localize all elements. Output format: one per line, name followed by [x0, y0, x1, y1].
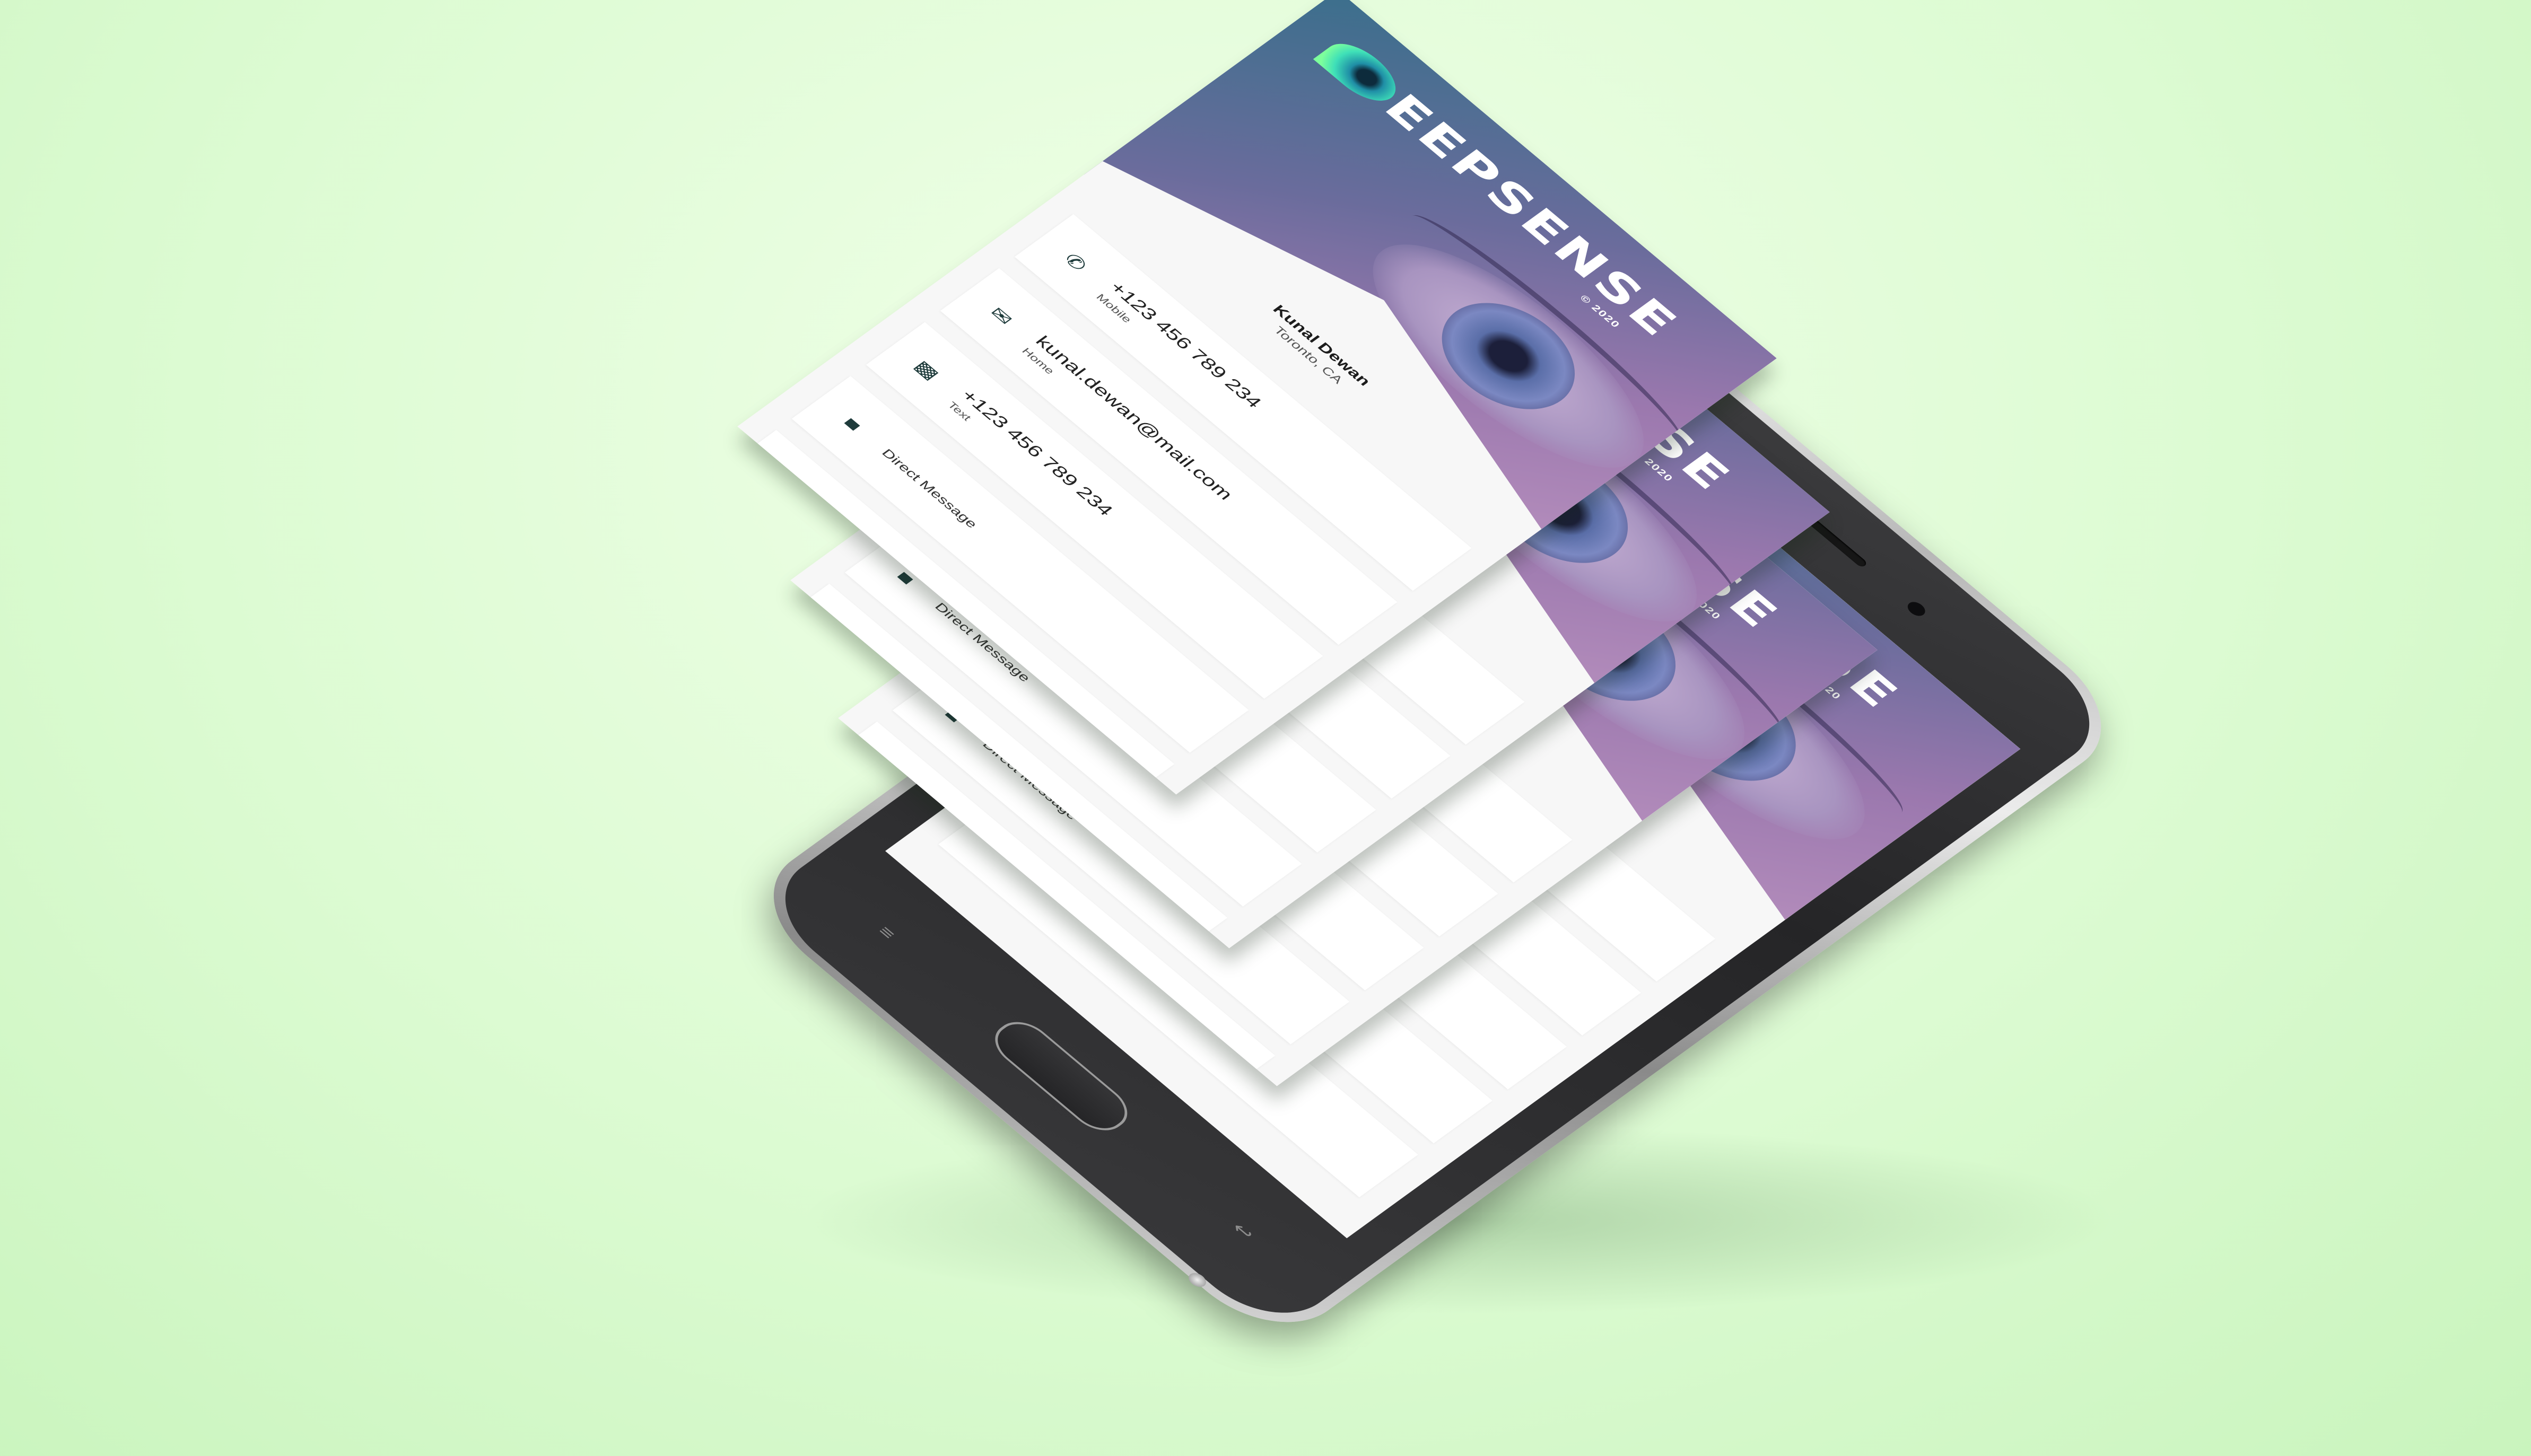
- mockup-scene: EEPSENSE © 2020 ■ Direct Message: [0, 0, 2531, 1456]
- envelope-icon: ✉: [985, 303, 1017, 329]
- chat-bubble-icon: ■: [839, 413, 867, 435]
- direct-message-label: Direct Message: [879, 446, 981, 531]
- phone-icon: ✆: [1060, 249, 1092, 275]
- sms-icon: ▩: [910, 356, 944, 383]
- back-key-icon[interactable]: ↩: [1223, 1216, 1262, 1247]
- menu-key-icon[interactable]: ≡: [867, 917, 906, 949]
- front-camera: [1904, 599, 1929, 619]
